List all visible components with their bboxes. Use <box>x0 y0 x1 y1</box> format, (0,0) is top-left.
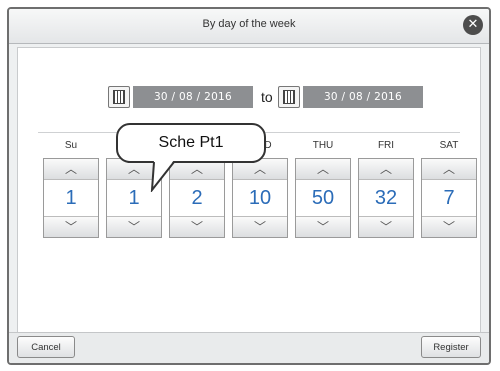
callout-tail <box>150 160 175 192</box>
spinner-value[interactable]: 32 <box>359 179 413 217</box>
spinner-value[interactable]: 50 <box>296 179 350 217</box>
day-spinner: ︿ 50 ﹀ <box>295 158 351 238</box>
chevron-down-icon[interactable]: ﹀ <box>359 216 413 237</box>
day-spinner: ︿ 32 ﹀ <box>358 158 414 238</box>
end-date-field[interactable]: 30 / 08 / 2016 <box>303 86 423 108</box>
calendar-icon <box>283 90 295 104</box>
content-panel: 30 / 08 / 2016 to 30 / 08 / 2016 Su︿1﹀MO… <box>17 47 481 334</box>
day-spinner: ︿ 1 ﹀ <box>43 158 99 238</box>
calendar-icon <box>113 90 125 104</box>
chevron-up-icon[interactable]: ︿ <box>422 159 476 180</box>
chevron-down-icon[interactable]: ﹀ <box>170 216 224 237</box>
start-date-button[interactable] <box>108 86 130 108</box>
title-bar: By day of the week ✕ <box>9 9 489 44</box>
chevron-down-icon[interactable]: ﹀ <box>422 216 476 237</box>
schedule-dialog: By day of the week ✕ 30 / 08 / 2016 to 3… <box>7 7 491 365</box>
day-label: FRI <box>377 140 395 151</box>
day-spinner: ︿ 7 ﹀ <box>421 158 477 238</box>
chevron-up-icon[interactable]: ︿ <box>44 159 98 180</box>
chevron-down-icon[interactable]: ﹀ <box>44 216 98 237</box>
spinner-value[interactable]: 1 <box>44 179 98 217</box>
range-separator: to <box>261 89 273 105</box>
register-button[interactable]: Register <box>421 336 481 358</box>
chevron-down-icon[interactable]: ﹀ <box>233 216 287 237</box>
chevron-down-icon[interactable]: ﹀ <box>107 216 161 237</box>
day-label: SAT <box>439 140 459 151</box>
dialog-title: By day of the week <box>202 18 296 30</box>
spinner-value[interactable]: 7 <box>422 179 476 217</box>
day-label: Su <box>64 140 78 151</box>
close-icon[interactable]: ✕ <box>463 15 483 35</box>
day-label: THU <box>312 140 334 151</box>
footer-bar: Cancel Register <box>9 332 489 363</box>
spinner-value[interactable]: 10 <box>233 179 287 217</box>
chevron-up-icon[interactable]: ︿ <box>296 159 350 180</box>
cancel-button[interactable]: Cancel <box>17 336 75 358</box>
chevron-down-icon[interactable]: ﹀ <box>296 216 350 237</box>
day-spinner: ︿ 10 ﹀ <box>232 158 288 238</box>
end-date-button[interactable] <box>278 86 300 108</box>
schedule-pattern-callout: Sche Pt1 <box>116 123 266 163</box>
chevron-up-icon[interactable]: ︿ <box>359 159 413 180</box>
start-date-field[interactable]: 30 / 08 / 2016 <box>133 86 253 108</box>
